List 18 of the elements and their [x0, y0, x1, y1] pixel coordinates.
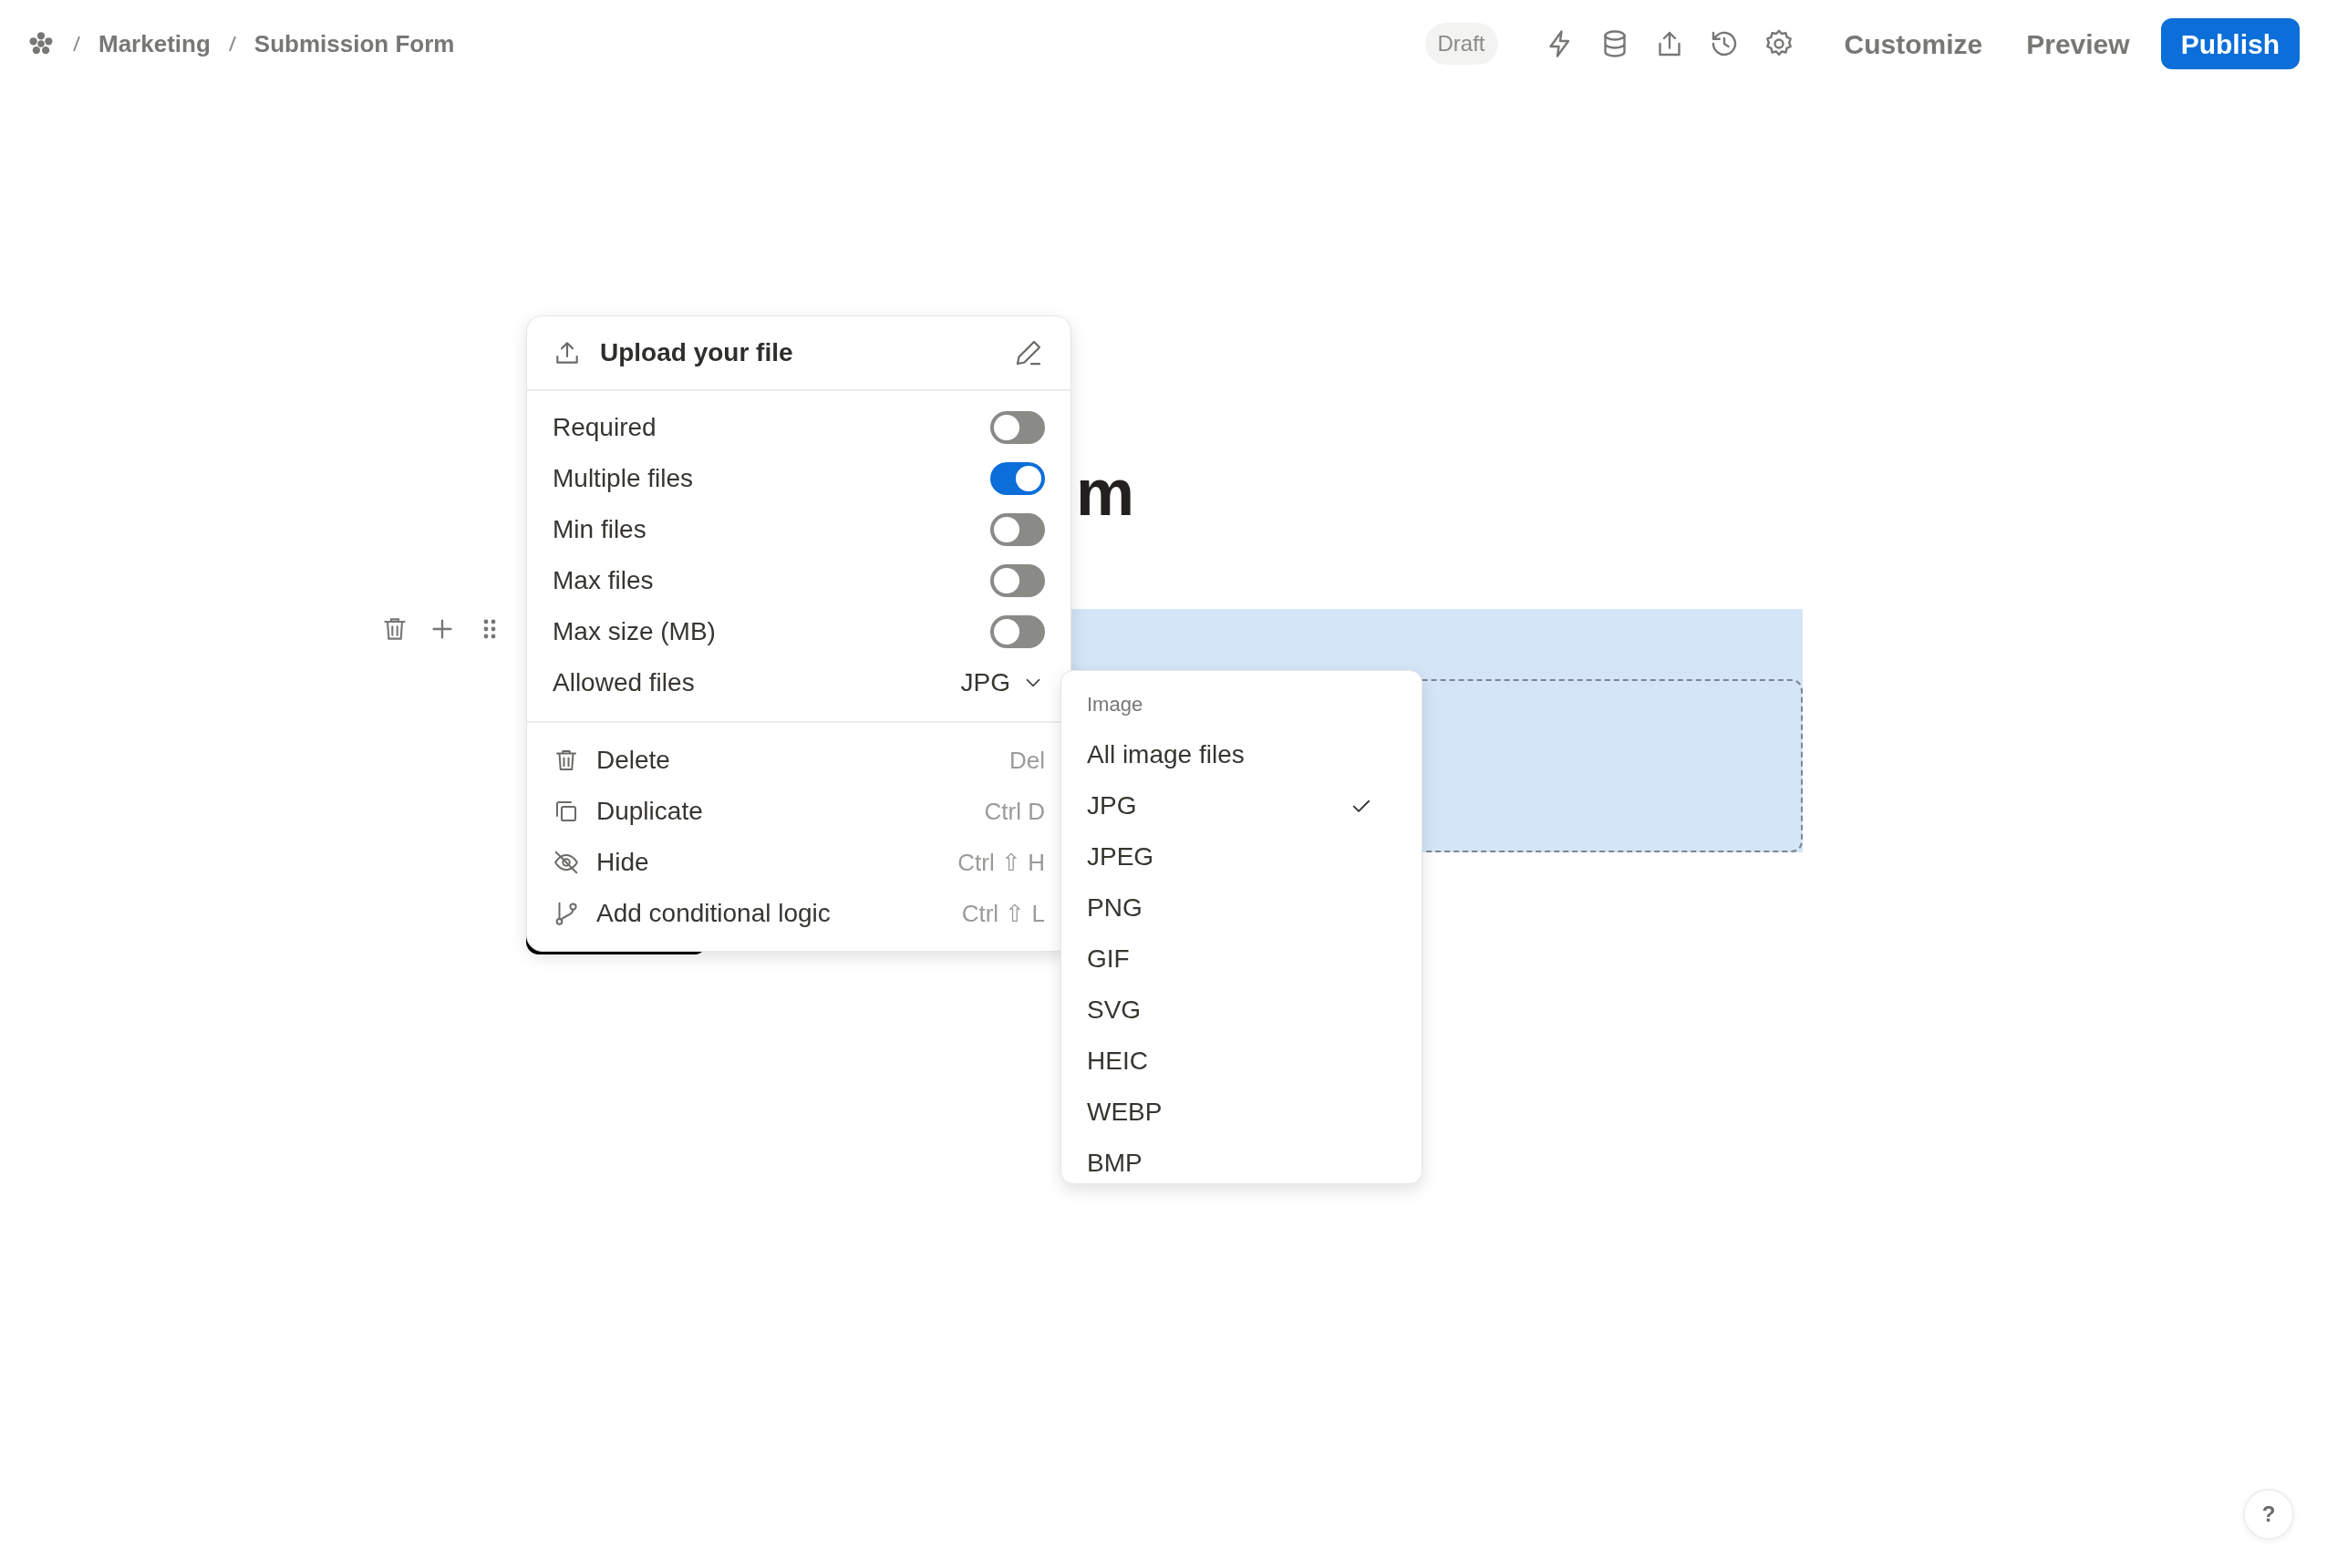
shortcut-label: Ctrl ⇧ L [961, 898, 1045, 929]
shortcut-label: Ctrl ⇧ H [957, 847, 1045, 878]
form-title: m [1076, 459, 1135, 525]
shortcut-label: Ctrl D [984, 796, 1045, 827]
shortcut-label: Del [1009, 745, 1045, 776]
setting-label: Multiple files [553, 463, 694, 494]
status-badge: Draft [1424, 23, 1498, 65]
menu-title: Upload your file [600, 337, 793, 368]
menu-item-label: Hide [596, 847, 649, 878]
setting-label: Max files [553, 565, 654, 596]
menu-item-label: Delete [596, 745, 670, 776]
menu-item-label: Duplicate [596, 796, 703, 827]
group-label: Image [1087, 691, 1144, 717]
setting-label: Required [553, 412, 657, 443]
setting-label: Max size (MB) [553, 616, 716, 647]
menu-item-label: Add conditional logic [596, 898, 831, 929]
setting-label: Min files [553, 514, 646, 545]
setting-label: Allowed files [553, 667, 695, 698]
